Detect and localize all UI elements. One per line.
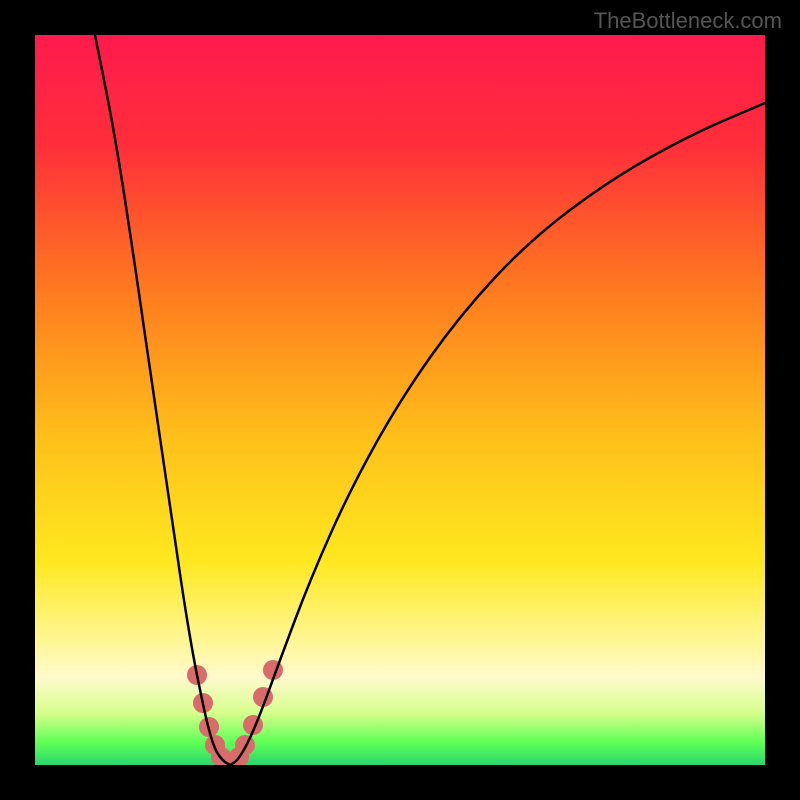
highlight-markers-group — [187, 660, 283, 765]
chart-container — [35, 35, 765, 765]
watermark-text: TheBottleneck.com — [594, 8, 782, 34]
left-curve-line — [95, 35, 230, 765]
chart-curves — [35, 35, 765, 765]
right-curve-line — [230, 103, 765, 765]
highlight-marker — [235, 735, 255, 755]
